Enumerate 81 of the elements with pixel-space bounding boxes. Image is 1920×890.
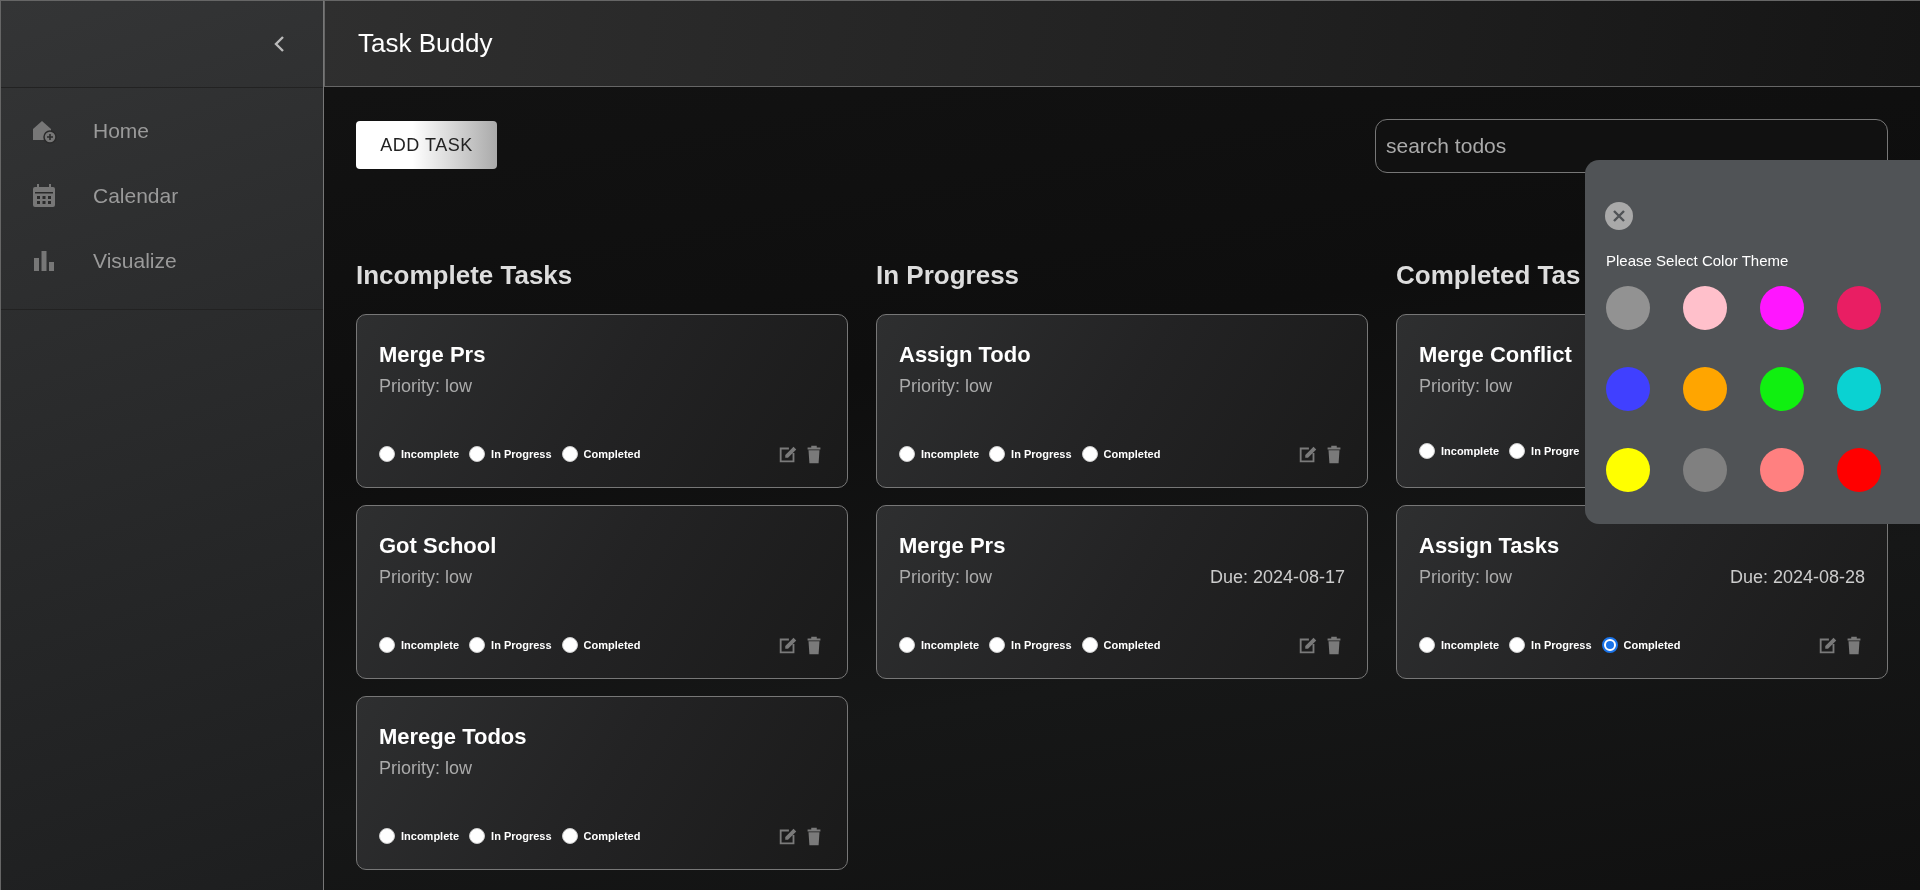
status-label: Incomplete bbox=[401, 830, 460, 842]
task-due-date: Due: 2024-08-17 bbox=[1209, 567, 1345, 589]
status-radio[interactable] bbox=[1601, 637, 1618, 653]
status-radio[interactable] bbox=[561, 446, 578, 462]
popup-title: Please Select Color Theme bbox=[1606, 252, 1790, 269]
task-priority: Priority: low bbox=[1419, 567, 1512, 589]
task-title: Merge Prs bbox=[379, 342, 486, 368]
task-priority: Priority: low bbox=[379, 758, 472, 780]
app-title: Task Buddy bbox=[358, 28, 493, 59]
status-radio[interactable] bbox=[1081, 446, 1098, 462]
task-title: Assign Todo bbox=[899, 342, 1031, 368]
column-heading: Completed Tas bbox=[1396, 260, 1581, 292]
collapse-chevron-icon[interactable] bbox=[273, 34, 287, 54]
status-label: Incomplete bbox=[1441, 639, 1500, 651]
status-radio[interactable] bbox=[989, 446, 1006, 462]
status-radio[interactable] bbox=[561, 637, 578, 653]
column-heading: In Progress bbox=[876, 260, 1020, 292]
status-radio[interactable] bbox=[1509, 443, 1526, 459]
status-label: Completed bbox=[1623, 639, 1681, 651]
status-label: Completed bbox=[1103, 448, 1161, 460]
status-radio[interactable] bbox=[469, 446, 486, 462]
status-radio[interactable] bbox=[379, 828, 395, 844]
status-label: Incomplete bbox=[401, 639, 460, 651]
status-label: Completed bbox=[583, 448, 641, 460]
color-swatch[interactable] bbox=[1683, 448, 1727, 492]
status-label: Incomplete bbox=[1441, 445, 1500, 457]
sidebar-item[interactable]: Visualize bbox=[93, 248, 177, 273]
close-icon bbox=[1612, 209, 1626, 223]
status-label: In Progress bbox=[491, 830, 552, 842]
color-swatch[interactable] bbox=[1760, 286, 1804, 330]
status-radio[interactable] bbox=[899, 446, 915, 462]
column-heading: Incomplete Tasks bbox=[356, 260, 573, 292]
color-swatch[interactable] bbox=[1837, 367, 1881, 411]
status-radio[interactable] bbox=[1509, 637, 1526, 653]
task-title: Merge Prs bbox=[899, 533, 1006, 559]
status-label: Completed bbox=[1103, 639, 1161, 651]
sidebar-item[interactable]: Home bbox=[93, 118, 150, 143]
status-label: In Progress bbox=[1011, 448, 1072, 460]
color-swatch[interactable] bbox=[1606, 286, 1650, 330]
status-radio[interactable] bbox=[561, 828, 578, 844]
status-radio[interactable] bbox=[899, 637, 915, 653]
task-priority: Priority: low bbox=[1419, 376, 1512, 398]
sidebar-item[interactable]: Calendar bbox=[93, 183, 179, 208]
task-priority: Priority: low bbox=[899, 567, 992, 589]
color-swatch[interactable] bbox=[1837, 448, 1881, 492]
status-label: In Progress bbox=[1531, 639, 1592, 651]
status-label: Completed bbox=[583, 830, 641, 842]
add-task-button[interactable]: ADD TASK bbox=[356, 121, 497, 169]
color-swatch[interactable] bbox=[1606, 448, 1650, 492]
status-radio[interactable] bbox=[1419, 637, 1435, 653]
task-priority: Priority: low bbox=[379, 376, 472, 398]
color-swatch[interactable] bbox=[1760, 448, 1804, 492]
status-radio[interactable] bbox=[1419, 443, 1435, 459]
close-button[interactable] bbox=[1605, 202, 1633, 230]
status-radio[interactable] bbox=[379, 637, 395, 653]
status-label: Completed bbox=[583, 639, 641, 651]
status-radio[interactable] bbox=[1081, 637, 1098, 653]
status-radio[interactable] bbox=[989, 637, 1006, 653]
status-radio[interactable] bbox=[379, 446, 395, 462]
task-title: Merege Todos bbox=[379, 724, 527, 750]
color-swatch[interactable] bbox=[1683, 286, 1727, 330]
task-priority: Priority: low bbox=[379, 567, 472, 589]
calendar-icon[interactable] bbox=[31, 182, 57, 209]
task-title: Assign Tasks bbox=[1419, 533, 1560, 559]
task-priority: Priority: low bbox=[899, 376, 992, 398]
color-swatch[interactable] bbox=[1760, 367, 1804, 411]
status-label: In Progress bbox=[491, 448, 552, 460]
task-title: Merge Conflict bbox=[1419, 342, 1572, 368]
status-radio[interactable] bbox=[469, 828, 486, 844]
status-label: In Progress bbox=[491, 639, 552, 651]
status-radio[interactable] bbox=[469, 637, 486, 653]
status-label: Incomplete bbox=[921, 448, 980, 460]
task-title: Got School bbox=[379, 533, 497, 559]
status-label: In Progress bbox=[1011, 639, 1072, 651]
status-label: Incomplete bbox=[921, 639, 980, 651]
color-swatch[interactable] bbox=[1606, 367, 1650, 411]
color-swatch[interactable] bbox=[1683, 367, 1727, 411]
status-label: In Progre bbox=[1531, 445, 1580, 457]
status-label: Incomplete bbox=[401, 448, 460, 460]
task-due-date: Due: 2024-08-28 bbox=[1729, 567, 1865, 589]
color-swatch[interactable] bbox=[1837, 286, 1881, 330]
